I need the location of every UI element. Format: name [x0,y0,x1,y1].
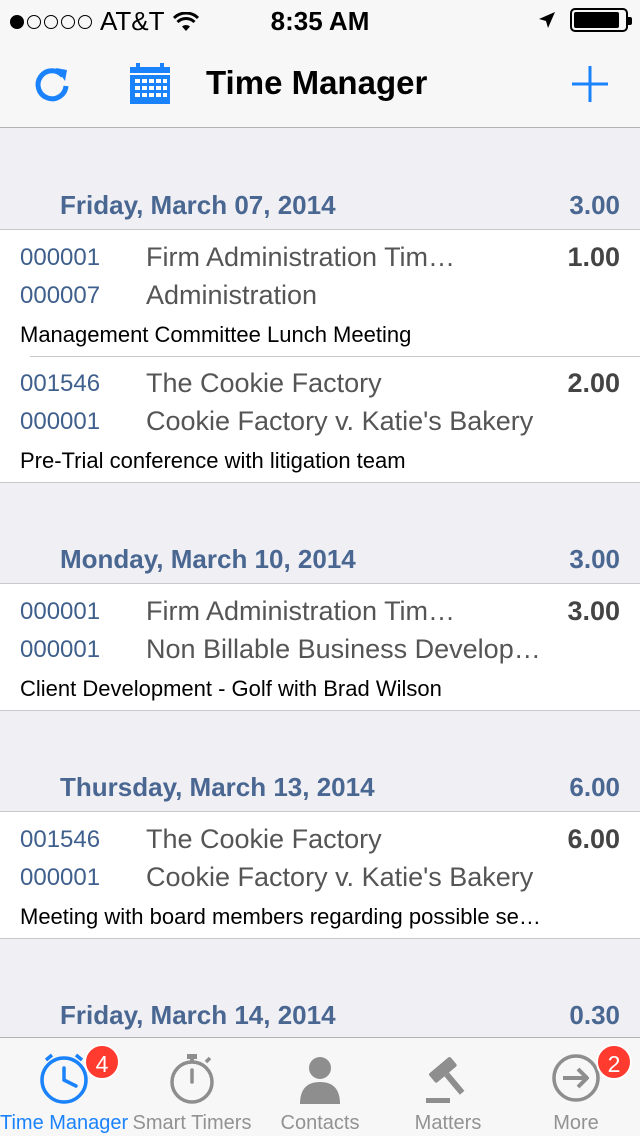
status-bar: AT&T 8:35 AM [0,0,640,40]
gavel-icon [418,1048,478,1108]
section-date: Monday, March 10, 2014 [60,544,356,574]
entry-hours: 2.00 [567,368,620,398]
time-entry-row[interactable]: 000001 Firm Administration Tim… 3.00 000… [0,584,640,710]
client-number: 000001 [20,244,101,271]
matter-name: Cookie Factory v. Katie's Bakery [146,406,534,436]
matter-name: Non Billable Business Develop… [146,634,541,664]
entries-group: 000001 Firm Administration Tim… 1.00 000… [0,230,640,483]
entry-description: Meeting with board members regarding pos… [20,904,541,929]
notification-badge: 4 [84,1044,120,1080]
time-entry-row[interactable]: 001546 The Cookie Factory 2.00 000001 Co… [0,356,640,482]
matter-name: Cookie Factory v. Katie's Bakery [146,862,534,892]
client-name: Firm Administration Tim… [146,242,456,272]
section-header: Friday, March 14, 2014 0.30 [0,994,640,1037]
client-number: 000001 [20,598,101,625]
person-icon [290,1048,350,1108]
section-date: Thursday, March 13, 2014 [60,772,375,802]
matter-number: 000007 [20,282,101,309]
section-header: Monday, March 10, 2014 3.00 [0,538,640,584]
tab-label: Smart Timers [132,1112,252,1134]
status-right [538,8,632,32]
entry-hours: 6.00 [567,824,620,854]
time-entry-row[interactable]: 001546 The Cookie Factory 6.00 000001 Co… [0,812,640,938]
day-section: Monday, March 10, 2014 3.00 000001 Firm … [0,483,640,711]
client-name: Firm Administration Tim… [146,596,456,626]
entry-description: Management Committee Lunch Meeting [20,322,412,347]
tab-label: Matters [414,1112,482,1134]
section-total-hours: 0.30 [569,1000,620,1030]
tab-more[interactable]: More 2 [512,1038,640,1136]
entry-hours: 1.00 [567,242,620,272]
section-total-hours: 3.00 [569,544,620,574]
tab-label: Contacts [280,1112,360,1134]
section-date: Friday, March 07, 2014 [60,190,336,220]
tab-contacts[interactable]: Contacts [256,1038,384,1136]
battery-icon [570,8,632,32]
entry-hours: 3.00 [567,596,620,626]
client-name: The Cookie Factory [146,368,382,398]
matter-number: 000001 [20,636,101,663]
client-number: 001546 [20,370,101,397]
add-entry-button[interactable] [566,60,614,108]
entry-description: Client Development - Golf with Brad Wils… [20,676,442,701]
client-name: The Cookie Factory [146,824,382,854]
tab-bar: Time Manager 4 Smart Timers Contacts Matters… [0,1037,640,1136]
day-section: Friday, March 07, 2014 3.00 000001 Firm … [0,129,640,483]
location-arrow-icon [539,12,555,28]
refresh-icon [35,68,69,102]
matter-name: Administration [146,280,318,310]
tab-label: Time Manager [0,1112,129,1134]
entries-group: 001546 The Cookie Factory 6.00 000001 Co… [0,812,640,939]
page-title: Time Manager [206,64,428,101]
notification-badge: 2 [596,1044,632,1080]
tab-matters[interactable]: Matters [384,1038,512,1136]
plus-icon [572,66,608,102]
tab-smart-timers[interactable]: Smart Timers [128,1038,256,1136]
entry-description: Pre-Trial conference with litigation tea… [20,448,406,473]
section-date: Friday, March 14, 2014 [60,1000,336,1030]
navigation-bar: Time Manager [0,40,640,128]
day-section: Thursday, March 13, 2014 6.00 001546 The… [0,711,640,939]
section-header: Thursday, March 13, 2014 6.00 [0,766,640,812]
section-header: Friday, March 07, 2014 3.00 [0,184,640,230]
client-number: 001546 [20,826,101,853]
time-entry-list[interactable]: Friday, March 07, 2014 3.00 000001 Firm … [0,129,640,1037]
entries-group: 000001 Firm Administration Tim… 3.00 000… [0,584,640,711]
day-section: Friday, March 14, 2014 0.30 001546 The C… [0,939,640,1037]
refresh-button[interactable] [28,60,76,108]
tab-time-manager[interactable]: Time Manager 4 [0,1038,128,1136]
calendar-button[interactable] [126,60,174,108]
calendar-icon [130,63,170,104]
section-total-hours: 3.00 [569,190,620,220]
tab-label: More [553,1112,599,1134]
section-total-hours: 6.00 [569,772,620,802]
stopwatch-icon [162,1048,222,1108]
matter-number: 000001 [20,408,101,435]
time-entry-row[interactable]: 000001 Firm Administration Tim… 1.00 000… [0,230,640,356]
matter-number: 000001 [20,864,101,891]
